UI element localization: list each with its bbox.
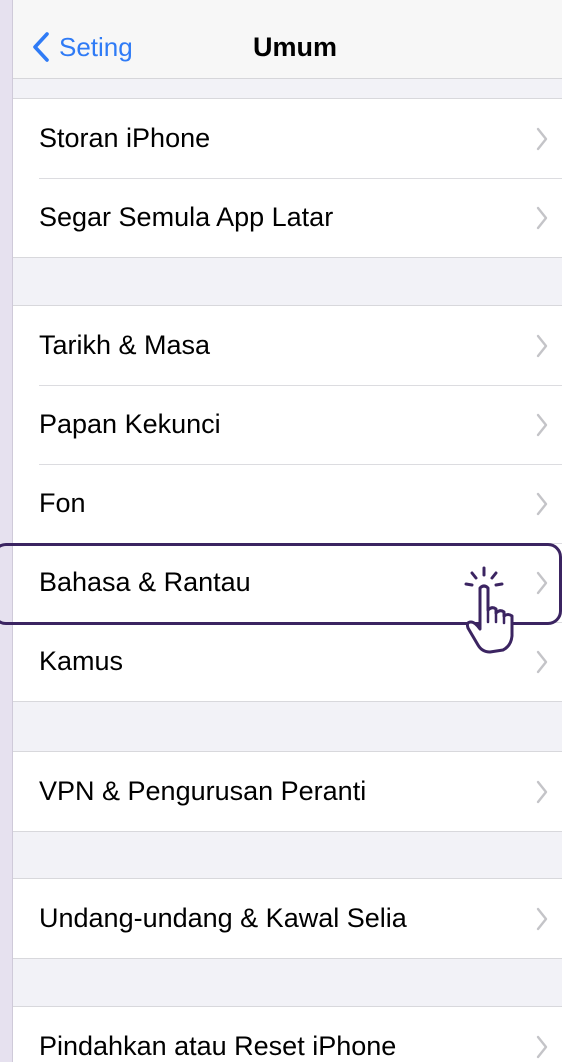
settings-row-vpn-device-management[interactable]: VPN & Pengurusan Peranti <box>13 752 562 831</box>
settings-group-reset: Pindahkan atau Reset iPhone <box>13 1006 562 1062</box>
chevron-right-icon <box>536 1035 548 1058</box>
row-label: Tarikh & Masa <box>39 330 211 360</box>
chevron-left-icon <box>33 32 49 62</box>
navigation-bar: Seting Umum <box>13 0 562 79</box>
settings-row-iphone-storage[interactable]: Storan iPhone <box>13 99 562 178</box>
chevron-right-icon <box>536 413 548 436</box>
settings-screen: Seting Umum Storan iPhone Segar Semula A… <box>12 0 562 1062</box>
settings-row-legal-regulatory[interactable]: Undang-undang & Kawal Selia <box>13 879 562 958</box>
chevron-right-icon <box>536 127 548 150</box>
row-label: Undang-undang & Kawal Selia <box>39 903 407 933</box>
row-label: Pindahkan atau Reset iPhone <box>39 1031 397 1061</box>
row-label: Papan Kekunci <box>39 409 221 439</box>
settings-row-date-time[interactable]: Tarikh & Masa <box>13 306 562 385</box>
settings-row-fonts[interactable]: Fon <box>13 464 562 543</box>
chevron-right-icon <box>536 206 548 229</box>
back-button-label: Seting <box>59 31 133 62</box>
hand-pointer-icon <box>464 566 514 654</box>
chevron-right-icon <box>536 571 548 594</box>
row-label: Fon <box>39 488 86 518</box>
settings-group-vpn: VPN & Pengurusan Peranti <box>13 751 562 832</box>
row-label: Kamus <box>39 646 124 676</box>
row-label: Segar Semula App Latar <box>39 202 334 232</box>
row-label: Storan iPhone <box>39 123 211 153</box>
chevron-right-icon <box>536 907 548 930</box>
chevron-right-icon <box>536 650 548 673</box>
chevron-right-icon <box>536 492 548 515</box>
back-button[interactable]: Seting <box>31 30 133 64</box>
settings-row-transfer-reset[interactable]: Pindahkan atau Reset iPhone <box>13 1007 562 1062</box>
chevron-right-icon <box>536 780 548 803</box>
row-label: VPN & Pengurusan Peranti <box>39 776 367 806</box>
settings-row-keyboard[interactable]: Papan Kekunci <box>13 385 562 464</box>
chevron-right-icon <box>536 334 548 357</box>
settings-row-background-app-refresh[interactable]: Segar Semula App Latar <box>13 178 562 257</box>
settings-group-legal: Undang-undang & Kawal Selia <box>13 878 562 959</box>
row-label: Bahasa & Rantau <box>39 567 251 597</box>
page-title: Umum <box>253 32 338 62</box>
settings-group-storage: Storan iPhone Segar Semula App Latar <box>13 98 562 258</box>
